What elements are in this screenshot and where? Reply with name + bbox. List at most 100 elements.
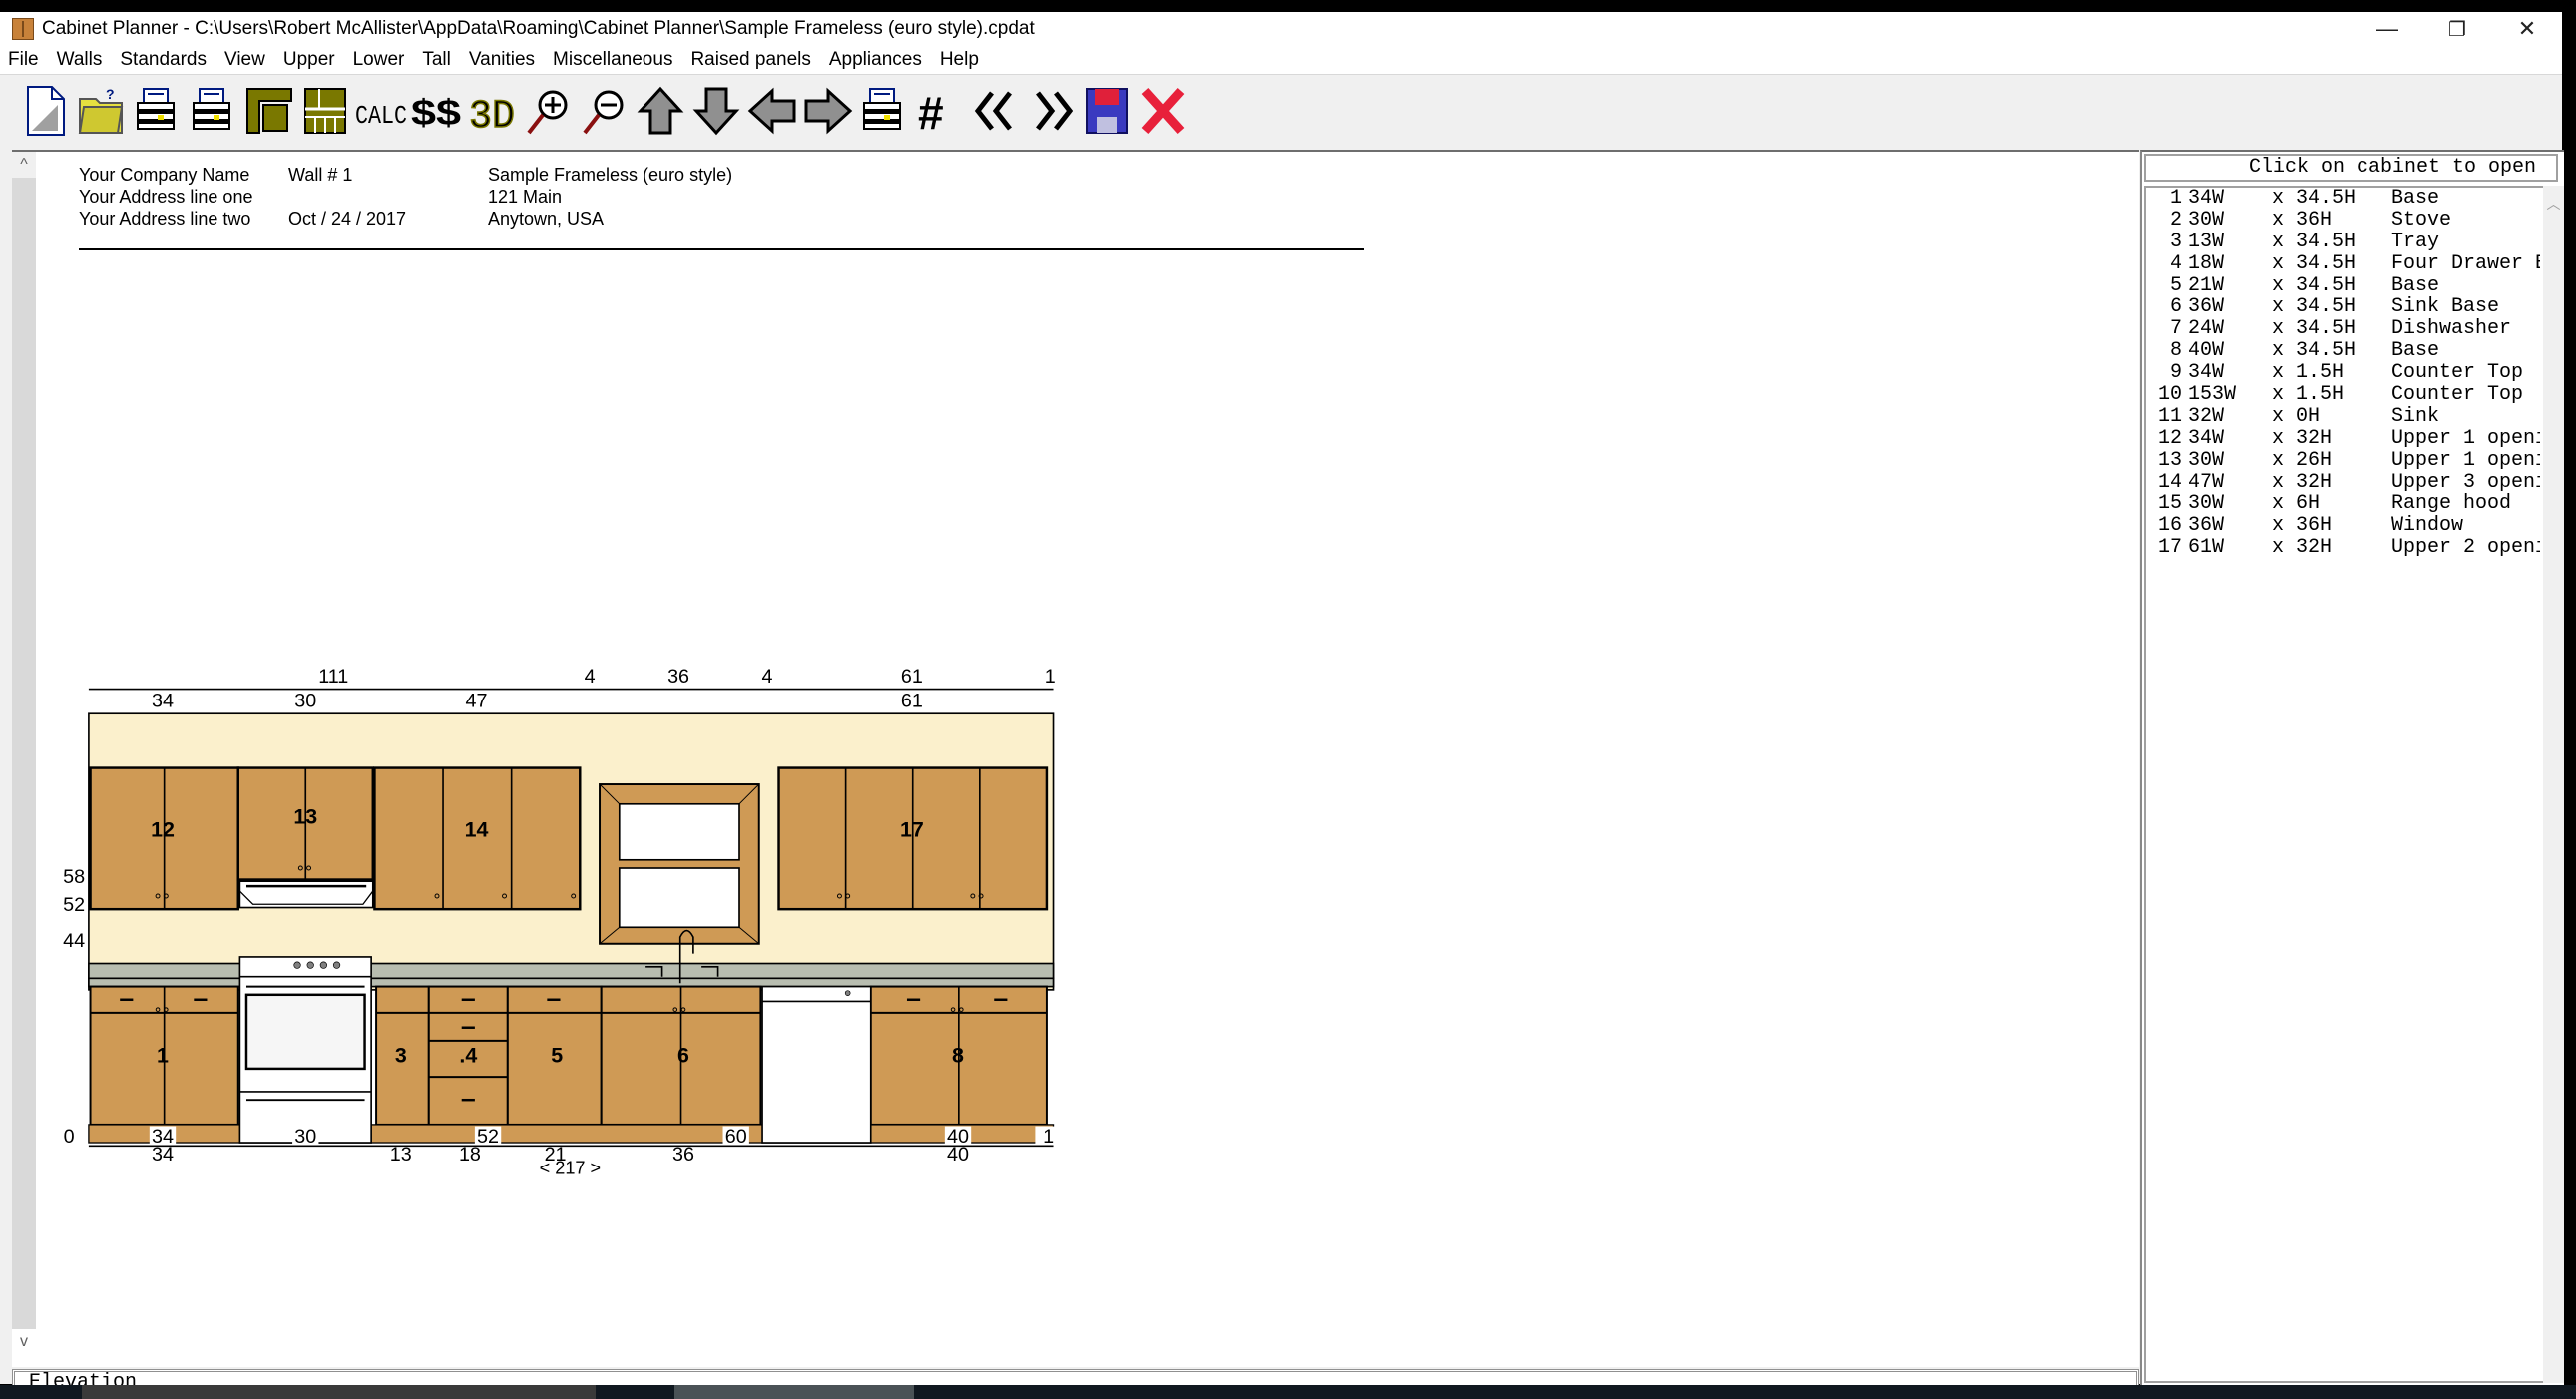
zoom-out-button[interactable] — [577, 83, 633, 139]
cabinet-list-scrollbar[interactable]: ︿ — [2543, 186, 2564, 1383]
menu-view[interactable]: View — [216, 49, 275, 71]
stove-knob-icon — [332, 961, 341, 969]
move-left-button[interactable] — [744, 83, 800, 139]
dishwasher-button-icon — [844, 990, 851, 996]
taskbar-item[interactable] — [82, 1385, 596, 1399]
cabinet-height: 32H — [2296, 537, 2333, 560]
cabinet-list-item[interactable]: 9 34W x 1.5H Counter Top — [2146, 362, 2540, 384]
times-sign: x — [2272, 209, 2285, 232]
times-sign: x — [2272, 384, 2285, 406]
svg-text:3D: 3D — [469, 95, 515, 137]
cabinet-width: 18W — [2188, 252, 2225, 275]
taskbar-item[interactable] — [674, 1385, 914, 1399]
cabinet-height: 26H — [2296, 449, 2333, 472]
cabinet-width: 30W — [2188, 493, 2225, 516]
cabinet-list-item[interactable]: 11 32W x 0H Sink — [2146, 406, 2540, 428]
cabinet-list[interactable]: 1 34W x 34.5H Base 2 30W x 36H Stove 3 13W x 34.5H Tra… — [2144, 186, 2543, 1383]
cabinet-width: 47W — [2188, 471, 2225, 494]
scroll-up-chevron-icon[interactable]: ︿ — [2543, 194, 2564, 214]
cabinet-type: Tray — [2391, 231, 2440, 253]
menu-help[interactable]: Help — [932, 49, 989, 71]
move-up-button[interactable] — [633, 83, 688, 139]
menu-standards[interactable]: Standards — [112, 49, 216, 71]
window-pane-lower — [618, 867, 740, 929]
close-button[interactable] — [1135, 83, 1191, 139]
cost-button[interactable]: $$ — [409, 83, 465, 139]
arrow-up-icon — [637, 86, 684, 134]
cabinet-list-item[interactable]: 3 13W x 34.5H Tray — [2146, 232, 2540, 253]
cabinet-number: 14 — [2157, 471, 2182, 494]
cabinet-list-item[interactable]: 5 21W x 34.5H Base — [2146, 275, 2540, 297]
cabinet-number: 2 — [2169, 209, 2182, 232]
open-folder-icon: ? — [78, 86, 124, 134]
cabinet-list-item[interactable]: 12 34W x 32H Upper 1 openin — [2146, 428, 2540, 450]
numbering-button[interactable]: # — [912, 83, 968, 139]
move-down-button[interactable] — [688, 83, 744, 139]
times-sign: x — [2272, 362, 2285, 385]
grid-layout-icon — [304, 87, 346, 134]
print-2-button[interactable] — [186, 83, 241, 139]
cabinet-list-item[interactable]: 4 18W x 34.5H Four Drawer Ba — [2146, 253, 2540, 275]
cut-list-button[interactable] — [297, 83, 353, 139]
dishwasher[interactable] — [761, 985, 872, 1144]
calc-button[interactable]: CALC — [353, 83, 409, 139]
elevation-drawing[interactable]: 111 4 36 4 61 134 30 47 615852440121314 171 3.4 5 6 8… — [12, 152, 2139, 1367]
arrow-right-icon — [804, 87, 853, 134]
times-sign: x — [2272, 537, 2285, 560]
restore-button[interactable]: ❐ — [2422, 12, 2492, 46]
zoom-in-button[interactable] — [521, 83, 577, 139]
cabinet-number-label: 8 — [952, 1043, 964, 1067]
menu-appliances[interactable]: Appliances — [821, 49, 932, 71]
cabinet-type: Counter Top — [2391, 362, 2524, 385]
minimize-button[interactable]: — — [2353, 12, 2422, 46]
corner-layout-button[interactable] — [241, 83, 297, 139]
cabinet-list-header: Click on cabinet to open — [2144, 154, 2558, 182]
cabinet-list-item[interactable]: 10 153W x 1.5H Counter Top — [2146, 384, 2540, 406]
hash-icon: # — [918, 87, 944, 137]
cabinet-height: 32H — [2296, 471, 2333, 494]
cabinet-list-item[interactable]: 16 36W x 36H Window — [2146, 515, 2540, 537]
top-dimension-label: 36 — [667, 666, 689, 688]
menu-lower[interactable]: Lower — [345, 49, 415, 71]
cabinet-type: Sink — [2391, 405, 2440, 428]
menu-upper[interactable]: Upper — [275, 49, 345, 71]
menu-miscellaneous[interactable]: Miscellaneous — [545, 49, 682, 71]
cabinet-list-item[interactable]: 17 61W x 32H Upper 2 openin — [2146, 537, 2540, 559]
printer-icon — [193, 87, 230, 130]
cabinet-height: 6H — [2296, 493, 2321, 516]
counter-top[interactable] — [88, 962, 1055, 980]
cabinet-list-item[interactable]: 14 47W x 32H Upper 3 openin — [2146, 472, 2540, 494]
move-right-button[interactable] — [800, 83, 856, 139]
print-button[interactable] — [130, 83, 186, 139]
close-window-button[interactable]: ✕ — [2492, 12, 2562, 46]
cabinet-list-item[interactable]: 6 36W x 34.5H Sink Base — [2146, 296, 2540, 318]
times-sign: x — [2272, 252, 2285, 275]
cabinet-list-item[interactable]: 1 34W x 34.5H Base — [2146, 188, 2540, 210]
cabinet-type: Counter Top — [2391, 384, 2524, 406]
arrow-left-icon — [747, 87, 796, 134]
open-folder-button[interactable]: ? — [74, 83, 130, 139]
cabinet-list-item[interactable]: 8 40W x 34.5H Base — [2146, 340, 2540, 362]
cabinet-type: Upper 1 openin — [2391, 427, 2540, 450]
next-wall-button[interactable] — [1024, 83, 1079, 139]
cabinet-list-item[interactable]: 2 30W x 36H Stove — [2146, 210, 2540, 232]
zoom-in-icon — [527, 90, 568, 134]
menu-raised-panels[interactable]: Raised panels — [682, 49, 820, 71]
cabinet-width: 34W — [2188, 427, 2225, 450]
counter-edge — [88, 977, 1055, 988]
cabinet-list-item[interactable]: 15 30W x 6H Range hood — [2146, 493, 2540, 515]
menu-file[interactable]: File — [0, 49, 49, 71]
previous-wall-button[interactable] — [968, 83, 1024, 139]
cabinet-list-item[interactable]: 13 30W x 26H Upper 1 openin — [2146, 450, 2540, 472]
new-file-button[interactable] — [18, 83, 74, 139]
menu-walls[interactable]: Walls — [49, 49, 113, 71]
print-3-button[interactable] — [856, 83, 912, 139]
cabinet-list-item[interactable]: 7 24W x 34.5H Dishwasher — [2146, 318, 2540, 340]
menu-tall[interactable]: Tall — [414, 49, 461, 71]
save-button[interactable] — [1079, 83, 1135, 139]
elevation-canvas[interactable]: ^ v Your Company Name Your Address line … — [12, 150, 2139, 1367]
menu-bar: File Walls Standards View Upper Lower Tall Vani… — [0, 46, 2562, 74]
menu-vanities[interactable]: Vanities — [461, 49, 545, 71]
3d-view-button[interactable]: 3D — [465, 83, 521, 139]
cabinet-width: 153W — [2188, 384, 2237, 406]
